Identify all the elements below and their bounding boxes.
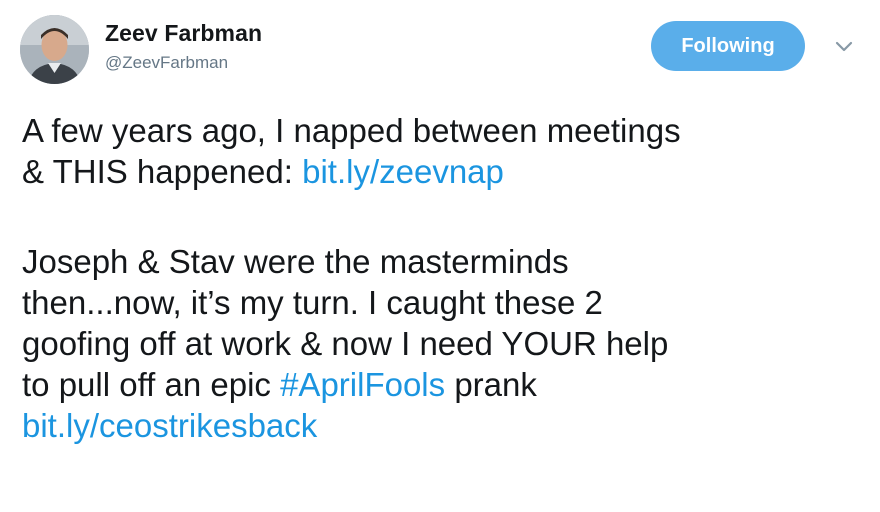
tweet-text: A few years ago, I napped between meetin… — [22, 110, 872, 446]
tweet-line: A few years ago, I napped between meetin… — [22, 112, 681, 149]
zeevnap-link[interactable]: bit.ly/zeevnap — [302, 153, 504, 190]
tweet-line-text: to pull off an epic — [22, 366, 281, 403]
chevron-down-icon[interactable] — [834, 40, 854, 54]
following-button[interactable]: Following — [651, 21, 805, 71]
author-handle[interactable]: @ZeevFarbman — [105, 53, 228, 73]
author-display-name[interactable]: Zeev Farbman — [105, 20, 262, 47]
avatar[interactable] — [20, 15, 89, 84]
tweet-line: goofing off at work & now I need YOUR he… — [22, 325, 669, 362]
tweet-line-text: & THIS happened: — [22, 153, 303, 190]
tweet-card: Zeev Farbman @ZeevFarbman Following A fe… — [0, 0, 880, 512]
ceostrikesback-link[interactable]: bit.ly/ceostrikesback — [22, 407, 317, 444]
tweet-line: then...now, it’s my turn. I caught these… — [22, 284, 603, 321]
profile-photo-icon — [20, 15, 89, 84]
tweet-line: & THIS happened: bit.ly/zeevnap — [22, 151, 872, 192]
tweet-line: bit.ly/ceostrikesback — [22, 405, 872, 446]
tweet-line: Joseph & Stav were the masterminds — [22, 243, 569, 280]
tweet-line-text: prank — [445, 366, 537, 403]
aprilfools-hashtag-link[interactable]: #AprilFools — [280, 366, 445, 403]
tweet-line: to pull off an epic #AprilFools prank — [22, 364, 872, 405]
